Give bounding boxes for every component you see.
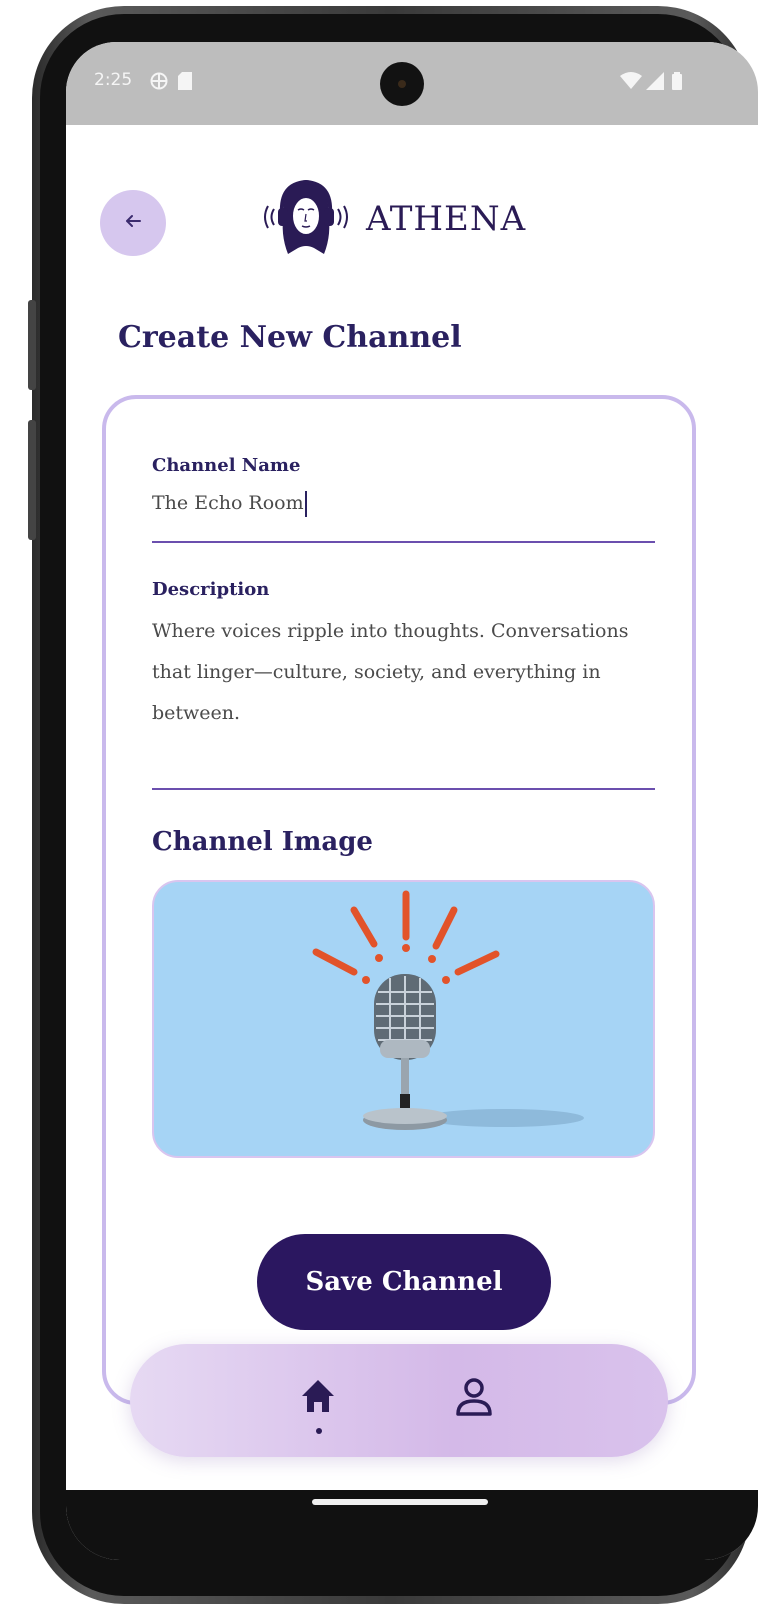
profile-icon[interactable] (454, 1376, 494, 1418)
arrow-left-icon (124, 210, 142, 236)
text-cursor (304, 491, 307, 517)
signal-icon (646, 72, 664, 95)
volume-button (28, 300, 36, 390)
description-underline (152, 788, 655, 790)
channel-name-label: Channel Name (152, 455, 301, 476)
page-title: Create New Channel (118, 320, 462, 355)
status-time: 2:25 (94, 70, 133, 90)
globe-icon (150, 72, 168, 95)
description-label: Description (152, 579, 270, 600)
save-channel-button[interactable]: Save Channel (257, 1234, 551, 1330)
back-button[interactable] (100, 190, 166, 256)
wifi-icon (620, 72, 642, 95)
channel-name-underline (152, 541, 655, 543)
power-button (28, 420, 36, 540)
description-input[interactable]: Where voices ripple into thoughts. Conve… (152, 611, 652, 734)
status-bar: 2:25 (66, 42, 758, 125)
home-gesture-bar[interactable] (312, 1499, 488, 1505)
brand: ATHENA (254, 174, 526, 264)
sim-card-icon (178, 72, 192, 95)
microphone-illustration (312, 890, 584, 1130)
home-icon[interactable] (298, 1376, 338, 1416)
active-indicator-dot (316, 1428, 322, 1434)
channel-name-value: The Echo Room (152, 492, 304, 514)
athena-logo-icon (254, 172, 358, 266)
bottom-navigation (130, 1344, 668, 1457)
channel-image[interactable] (152, 880, 655, 1158)
channel-image-title: Channel Image (152, 827, 373, 857)
app-screen: 2:25 ATHENA Create New Channel Channel N… (66, 42, 758, 1560)
channel-name-input[interactable]: The Echo Room (152, 491, 307, 517)
battery-icon (672, 72, 682, 95)
brand-title: ATHENA (366, 199, 527, 239)
front-camera (380, 62, 424, 106)
channel-form-card: Channel Name The Echo Room Description W… (102, 395, 696, 1405)
